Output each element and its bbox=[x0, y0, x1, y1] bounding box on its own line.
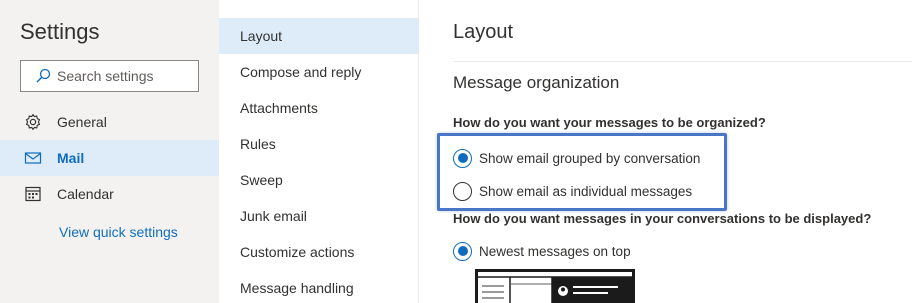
subnav-item-rules[interactable]: Rules bbox=[219, 126, 419, 162]
subnav-item-message-handling[interactable]: Message handling bbox=[219, 270, 419, 303]
nav-label-calendar: Calendar bbox=[57, 186, 114, 202]
page-title: Layout bbox=[453, 21, 514, 43]
option-label: Show email grouped by conversation bbox=[479, 150, 701, 166]
option-individual-messages[interactable]: Show email as individual messages bbox=[453, 180, 692, 202]
subnav-item-sweep[interactable]: Sweep bbox=[219, 162, 419, 198]
mail-settings-subnav: Layout Compose and reply Attachments Rul… bbox=[219, 0, 419, 303]
title-divider bbox=[453, 61, 912, 62]
option-newest-on-top[interactable]: Newest messages on top bbox=[453, 240, 631, 262]
layout-preview-image bbox=[475, 269, 635, 303]
nav-item-general[interactable]: General bbox=[0, 104, 219, 140]
nav-item-calendar[interactable]: Calendar bbox=[0, 176, 219, 212]
mail-icon bbox=[24, 149, 42, 167]
option-label: Show email as individual messages bbox=[479, 183, 693, 199]
settings-title: Settings bbox=[20, 19, 100, 44]
radio-button-checked[interactable] bbox=[453, 241, 472, 261]
subnav-item-compose-and-reply[interactable]: Compose and reply bbox=[219, 54, 419, 90]
calendar-icon bbox=[24, 185, 42, 203]
conversation-display-question: How do you want messages in your convers… bbox=[453, 211, 872, 226]
settings-panel: Settings General Mail bbox=[0, 0, 219, 303]
subnav-item-attachments[interactable]: Attachments bbox=[219, 90, 419, 126]
search-input[interactable] bbox=[57, 68, 187, 84]
organization-question: How do you want your messages to be orga… bbox=[453, 115, 766, 130]
gear-icon bbox=[24, 113, 42, 131]
subnav-item-customize-actions[interactable]: Customize actions bbox=[219, 234, 419, 270]
nav-label-mail: Mail bbox=[57, 150, 85, 166]
subnav-item-layout[interactable]: Layout bbox=[219, 18, 419, 54]
layout-settings-content: Layout Message organization How do you w… bbox=[420, 0, 912, 303]
search-icon bbox=[36, 68, 51, 83]
nav-item-mail[interactable]: Mail bbox=[0, 140, 219, 176]
section-title: Message organization bbox=[453, 73, 620, 92]
option-grouped-by-conversation[interactable]: Show email grouped by conversation bbox=[453, 147, 700, 169]
view-quick-settings-link[interactable]: View quick settings bbox=[59, 224, 178, 240]
subnav-item-junk-email[interactable]: Junk email bbox=[219, 198, 419, 234]
search-settings-box[interactable] bbox=[20, 60, 199, 92]
radio-button[interactable] bbox=[453, 181, 472, 201]
option-label: Newest messages on top bbox=[479, 243, 631, 259]
nav-label-general: General bbox=[57, 114, 107, 130]
radio-button-checked[interactable] bbox=[453, 148, 472, 168]
